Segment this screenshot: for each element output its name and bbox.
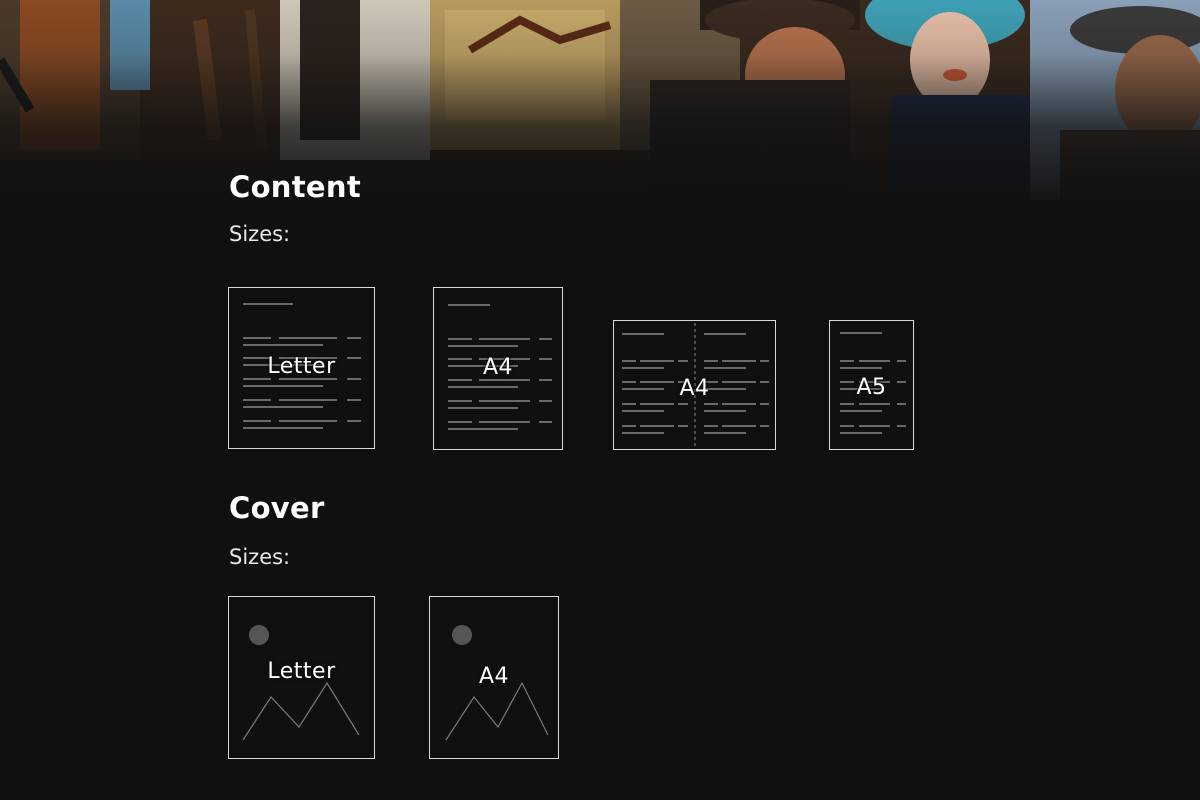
size-selection-panel: Content Sizes: Letter A4 A4 A5 Cover Siz… xyxy=(228,0,1129,800)
content-size-option-a4-spread[interactable]: A4 xyxy=(613,320,776,450)
content-size-option-letter[interactable]: Letter xyxy=(228,287,375,449)
cover-size-option-letter[interactable]: Letter xyxy=(228,596,375,759)
cover-size-option-a4[interactable]: A4 xyxy=(429,596,559,759)
content-section-title: Content xyxy=(229,170,361,204)
size-label: A4 xyxy=(482,355,514,380)
content-size-option-a4[interactable]: A4 xyxy=(433,287,563,450)
size-label: A4 xyxy=(478,664,510,689)
content-size-option-a5[interactable]: A5 xyxy=(829,320,914,450)
size-label: A5 xyxy=(856,375,887,400)
size-label: Letter xyxy=(267,659,336,684)
content-sizes-label: Sizes: xyxy=(229,222,291,246)
size-label: Letter xyxy=(267,354,336,379)
cover-section-title: Cover xyxy=(229,491,325,525)
cover-sizes-label: Sizes: xyxy=(229,545,291,569)
size-label: A4 xyxy=(679,376,710,401)
